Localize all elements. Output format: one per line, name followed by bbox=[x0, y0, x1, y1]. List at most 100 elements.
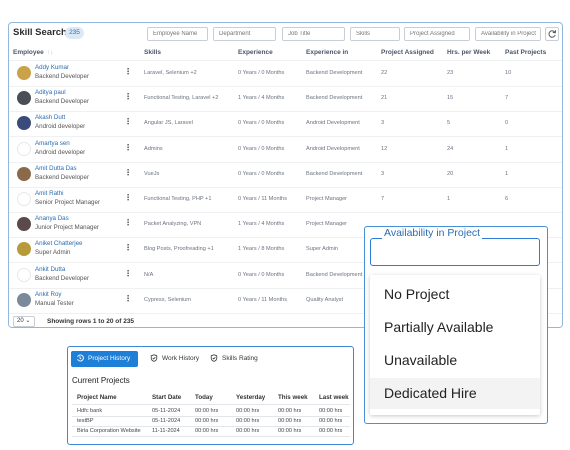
header-yesterday: Yesterday bbox=[236, 394, 266, 401]
employee-name[interactable]: Aniket Chatterjee bbox=[35, 240, 82, 247]
project-assigned-filter[interactable] bbox=[404, 27, 470, 41]
column-past-projects: Past Projects bbox=[505, 49, 547, 56]
employee-name[interactable]: Amit Rathi bbox=[35, 190, 64, 197]
cell-experience: 0 Years / 0 Months bbox=[238, 271, 285, 278]
tab-project-history[interactable]: Project History bbox=[71, 351, 138, 367]
page-title: Skill Search bbox=[13, 27, 67, 38]
availability-dropdown: Availability in Project No Project Parti… bbox=[364, 226, 548, 424]
column-project-assigned: Project Assigned bbox=[381, 49, 434, 56]
history-cell-this-week: 00:00 hrs bbox=[278, 408, 302, 414]
history-cell-start-date: 05-11-2024 bbox=[152, 408, 181, 414]
cell-experience-in: Backend Development bbox=[306, 95, 363, 102]
employee-name[interactable]: Akash Dutt bbox=[35, 114, 65, 121]
table-row[interactable]: Amit Rathi Senior Project Manager ⋮ Functio… bbox=[9, 187, 562, 213]
employee-role: Backend Developer bbox=[35, 173, 90, 181]
table-row[interactable]: Akash Dutt Android developer ⋮ Angular JS, … bbox=[9, 111, 562, 138]
cell-experience-in: Backend Development bbox=[306, 170, 363, 177]
employee-name[interactable]: Ananya Das bbox=[35, 215, 69, 222]
history-cell-last-week: 00:00 hrs bbox=[319, 408, 343, 414]
cell-experience: 0 Years / 0 Months bbox=[238, 145, 285, 152]
availability-filter[interactable] bbox=[475, 27, 541, 41]
sort-icon[interactable]: ↑↓ bbox=[47, 49, 54, 56]
cell-experience: 0 Years / 0 Months bbox=[238, 170, 285, 177]
count-badge: 235 bbox=[65, 27, 84, 39]
cell-experience-in: Android Development bbox=[306, 145, 360, 152]
row-menu-icon[interactable]: ⋮ bbox=[124, 218, 132, 227]
column-employee[interactable]: Employee ↑↓ bbox=[13, 49, 53, 56]
cell-experience-in: Super Admin bbox=[306, 246, 339, 253]
cell-past: 7 bbox=[505, 95, 509, 102]
employee-name[interactable]: Amartya sen bbox=[35, 140, 70, 147]
history-cell-last-week: 00:00 hrs bbox=[319, 428, 343, 434]
option-unavailable[interactable]: Unavailable bbox=[370, 345, 540, 376]
cell-project-assigned: 7 bbox=[381, 196, 385, 202]
option-dedicated-hire[interactable]: Dedicated Hire bbox=[370, 378, 540, 409]
row-menu-icon[interactable]: ⋮ bbox=[124, 269, 132, 278]
cell-skills: N/A bbox=[144, 271, 154, 278]
column-experience-in: Experience in bbox=[306, 49, 349, 56]
history-cell-yesterday: 00:00 hrs bbox=[236, 408, 260, 414]
cell-project-assigned: 12 bbox=[381, 145, 388, 152]
row-menu-icon[interactable]: ⋮ bbox=[124, 92, 132, 101]
table-row[interactable]: Addy Kumar Backend Developer ⋮ Laravel, Sel… bbox=[9, 61, 562, 87]
employee-name[interactable]: Ankit Roy bbox=[35, 291, 61, 298]
row-menu-icon[interactable]: ⋮ bbox=[124, 143, 132, 152]
row-menu-icon[interactable]: ⋮ bbox=[124, 168, 132, 177]
history-icon bbox=[77, 354, 84, 362]
row-menu-icon[interactable]: ⋮ bbox=[124, 193, 132, 202]
avatar bbox=[17, 66, 31, 80]
tab-skills-rating[interactable]: Skills Rating bbox=[205, 351, 267, 367]
row-menu-icon[interactable]: ⋮ bbox=[124, 67, 132, 76]
cell-experience: 1 Years / 4 Months bbox=[238, 221, 285, 228]
history-cell-start-date: 11-11-2024 bbox=[152, 428, 180, 434]
employee-name-filter[interactable] bbox=[147, 27, 208, 41]
table-row[interactable]: Amit Dutta Das Backend Developer ⋮ VueJs 0 Y… bbox=[9, 162, 562, 188]
cell-skills: Admins bbox=[144, 145, 163, 152]
option-no-project[interactable]: No Project bbox=[370, 279, 540, 310]
employee-role: Android developer bbox=[35, 148, 86, 156]
history-cell-yesterday: 00:00 hrs bbox=[236, 428, 260, 434]
tab-work-history[interactable]: Work History bbox=[145, 351, 209, 367]
table-row[interactable]: Amartya sen Android developer ⋮ Admins 0 Yea… bbox=[9, 137, 562, 163]
history-cell-today: 00:00 hrs bbox=[195, 408, 219, 414]
cell-hrs: 1 bbox=[447, 196, 451, 202]
current-projects-title: Current Projects bbox=[72, 376, 130, 385]
column-experience: Experience bbox=[238, 49, 273, 56]
row-menu-icon[interactable]: ⋮ bbox=[124, 117, 132, 126]
cell-skills: Laravel, Selenium +2 bbox=[144, 70, 197, 76]
cell-hrs: 20 bbox=[447, 170, 454, 177]
cell-skills: Functional Testing, Laravel +2 bbox=[144, 95, 219, 102]
avatar bbox=[17, 267, 31, 282]
cell-project-assigned: 3 bbox=[381, 170, 385, 177]
option-partially-available[interactable]: Partially Available bbox=[370, 312, 540, 343]
cell-skills: Blog Posts, Proofreading +1 bbox=[144, 246, 214, 253]
employee-name[interactable]: Ankit Dutta bbox=[35, 266, 65, 273]
employee-name[interactable]: Aditya paul bbox=[35, 89, 66, 96]
history-cell-this-week: 00:00 hrs bbox=[278, 418, 302, 424]
job-title-filter[interactable] bbox=[282, 27, 345, 41]
employee-role: Backend Developer bbox=[35, 73, 90, 80]
history-cell-project-name: Hdfc bank bbox=[77, 408, 103, 414]
cell-experience: 0 Years / 11 Months bbox=[238, 296, 288, 303]
employee-name[interactable]: Amit Dutta Das bbox=[35, 165, 77, 172]
row-menu-icon[interactable]: ⋮ bbox=[124, 294, 132, 303]
employee-name[interactable]: Addy Kumar bbox=[35, 64, 69, 71]
page-size-select[interactable]: 20 ⌄ bbox=[13, 316, 35, 327]
table-row[interactable]: Aditya paul Backend Developer ⋮ Functional … bbox=[9, 86, 562, 113]
row-menu-icon[interactable]: ⋮ bbox=[124, 243, 132, 252]
employee-role: Backend Developer bbox=[35, 98, 90, 106]
cell-experience: 0 Years / 11 Months bbox=[238, 196, 288, 202]
cell-past: 6 bbox=[505, 196, 509, 202]
cell-experience-in: Android Development bbox=[306, 120, 360, 127]
availability-input[interactable] bbox=[370, 238, 540, 266]
history-cell-today: 00:00 hrs bbox=[195, 418, 219, 424]
cell-hrs: 23 bbox=[447, 70, 454, 76]
availability-options: No Project Partially Available Unavailab… bbox=[370, 275, 540, 415]
employee-role: Manual Tester bbox=[35, 299, 74, 307]
department-filter[interactable] bbox=[213, 27, 276, 41]
skills-filter[interactable] bbox=[350, 27, 400, 41]
shield-icon bbox=[150, 354, 158, 362]
employee-role: Junior Project Manager bbox=[35, 224, 99, 232]
refresh-icon[interactable] bbox=[545, 27, 559, 41]
cell-skills: Functional Testing, PHP +1 bbox=[144, 196, 212, 202]
